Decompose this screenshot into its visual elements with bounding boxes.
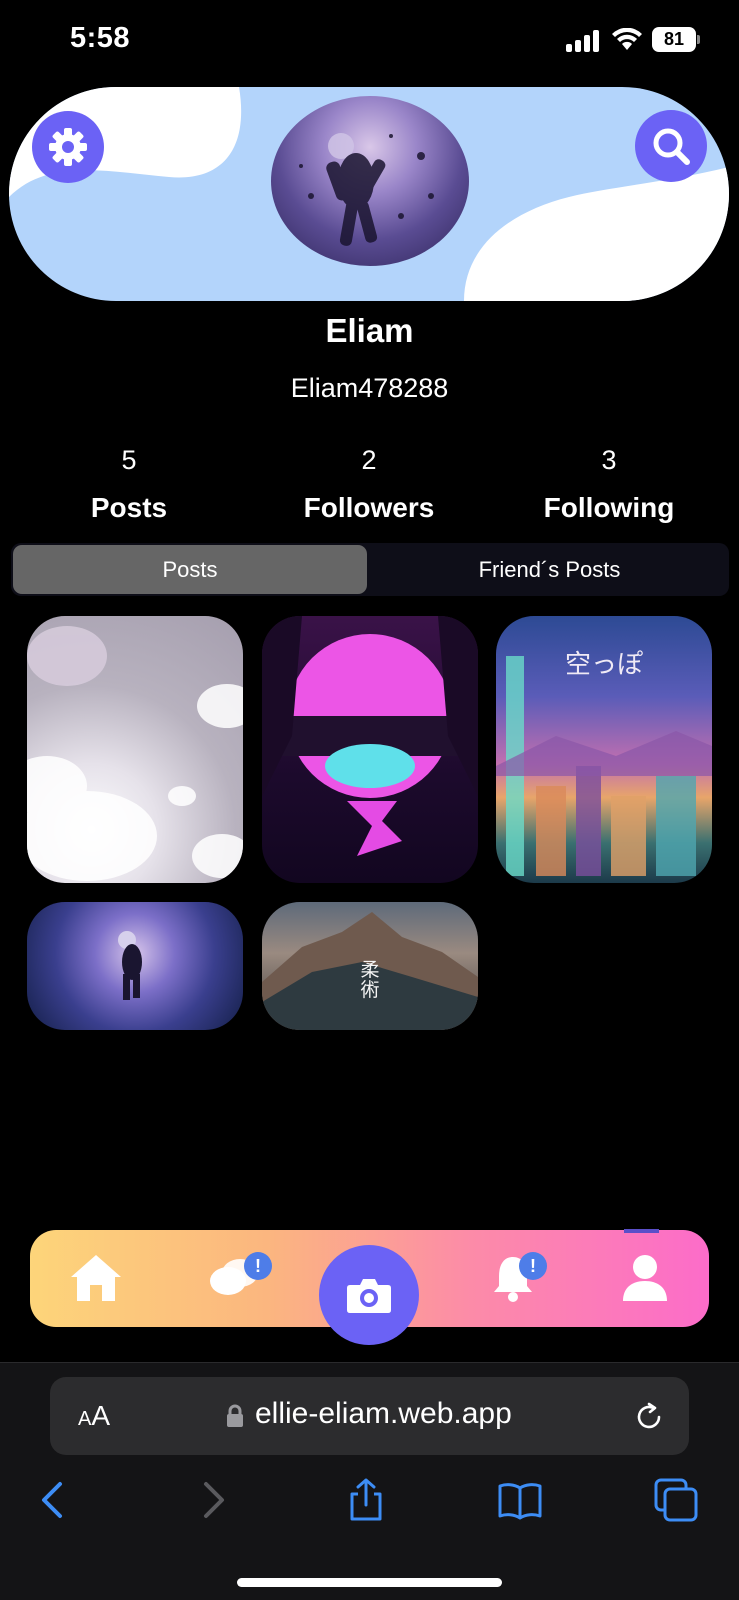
post-thumbnail[interactable]: 柔術	[262, 902, 478, 1030]
tabs-icon[interactable]	[654, 1478, 698, 1522]
profile-avatar[interactable]	[271, 96, 469, 266]
stat-followers[interactable]: 2 Followers	[269, 440, 469, 524]
settings-button[interactable]	[32, 111, 104, 183]
chat-badge: !	[244, 1252, 272, 1280]
post-tabs: Posts Friend´s Posts	[11, 543, 729, 596]
text-size-large-label: A	[91, 1400, 111, 1431]
post-caption: 空っぽ	[564, 650, 643, 680]
stat-following[interactable]: 3 Following	[509, 440, 709, 524]
status-bar: 5:58 81	[0, 0, 739, 80]
home-indicator	[237, 1578, 502, 1587]
share-icon[interactable]	[344, 1478, 388, 1522]
camera-icon	[347, 1279, 391, 1313]
battery-icon: 81	[652, 27, 700, 52]
forward-icon	[204, 1482, 224, 1518]
gear-icon	[49, 128, 87, 166]
post-caption: 柔術	[360, 959, 380, 1001]
back-icon[interactable]	[32, 1478, 76, 1522]
url-text[interactable]: ellie-eliam.web.app	[255, 1397, 512, 1431]
search-icon	[653, 128, 690, 165]
nav-home[interactable]	[68, 1250, 124, 1306]
search-button[interactable]	[635, 110, 707, 182]
username: Eliam478288	[290, 373, 449, 403]
post-thumbnail[interactable]	[27, 902, 243, 1030]
user-icon	[623, 1255, 667, 1301]
stat-value: 2	[361, 445, 377, 475]
stat-label: Posts	[90, 492, 168, 523]
nav-profile[interactable]	[617, 1250, 673, 1306]
bookmarks-icon[interactable]	[498, 1478, 542, 1522]
reload-icon[interactable]	[633, 1401, 665, 1433]
post-thumbnail[interactable]	[27, 616, 243, 883]
camera-button[interactable]	[319, 1245, 419, 1345]
stat-label: Followers	[303, 492, 435, 523]
home-icon	[71, 1255, 121, 1301]
nav-chat[interactable]: !	[206, 1250, 272, 1306]
clock: 5:58	[70, 22, 131, 54]
post-thumbnail[interactable]	[262, 616, 478, 883]
astronaut-icon	[299, 133, 434, 246]
cellular-signal-icon	[566, 30, 602, 52]
active-nav-indicator	[624, 1229, 659, 1233]
text-size-button[interactable]: AA	[78, 1400, 110, 1432]
battery-level: 81	[652, 27, 696, 52]
tab-posts[interactable]: Posts	[13, 545, 367, 594]
wifi-icon	[612, 28, 642, 50]
stat-label: Following	[543, 492, 675, 523]
stat-value: 3	[601, 445, 617, 475]
lock-icon	[227, 1404, 243, 1427]
text-size-small-label: A	[78, 1408, 92, 1430]
display-name: Eliam	[325, 312, 414, 349]
tab-friends-posts[interactable]: Friend´s Posts	[372, 545, 727, 594]
stat-posts[interactable]: 5 Posts	[29, 440, 229, 524]
nav-notifications[interactable]: !	[485, 1250, 547, 1306]
profile-stats: 5 Posts 2 Followers 3 Following	[0, 440, 739, 530]
notification-badge: !	[519, 1252, 547, 1280]
post-thumbnail[interactable]: 空っぽ	[496, 616, 712, 883]
stat-value: 5	[121, 445, 137, 475]
